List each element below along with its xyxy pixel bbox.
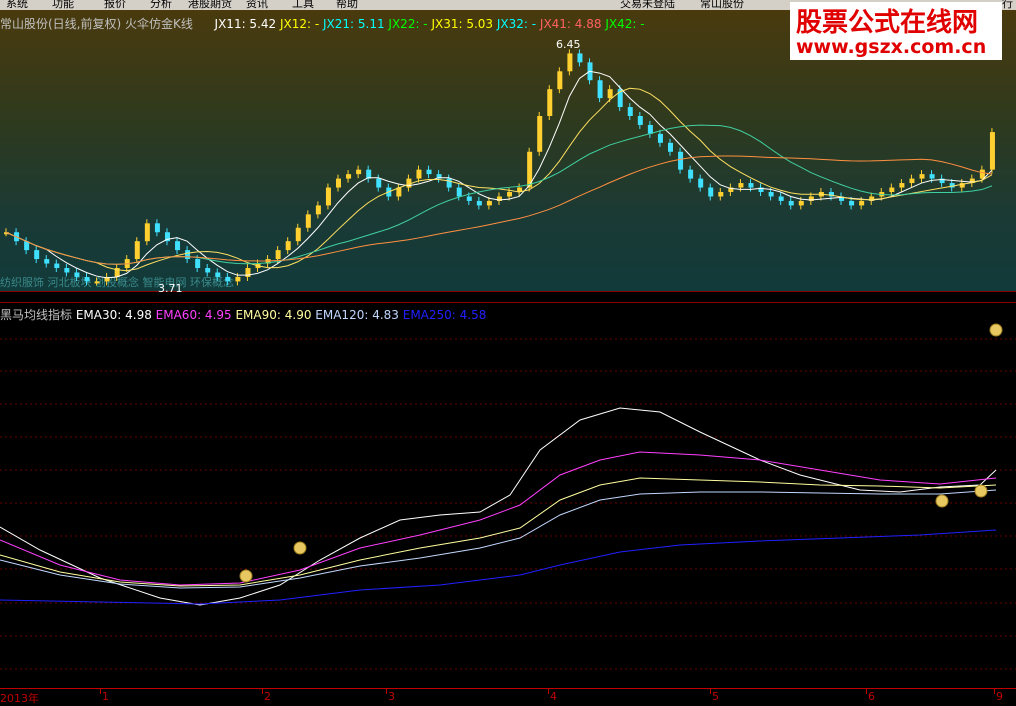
ema120-line	[0, 489, 997, 589]
candle-body	[929, 174, 935, 179]
candle-body	[466, 196, 472, 201]
candle-body	[718, 192, 724, 197]
candle-body	[688, 169, 694, 179]
candle-body	[657, 133, 663, 143]
candle-body	[275, 250, 281, 260]
candle-body	[456, 187, 462, 197]
candle-body	[668, 142, 673, 152]
candle-body	[315, 205, 321, 215]
candle-body	[859, 200, 865, 206]
money-bag-icon	[239, 569, 253, 583]
candle-body	[134, 241, 140, 260]
candle-body	[476, 200, 482, 206]
candle-body	[748, 183, 754, 188]
candle-body	[899, 183, 905, 188]
candle-body	[215, 272, 221, 277]
candle-body	[54, 263, 60, 269]
candle-body	[547, 89, 553, 117]
kline-ma-10	[5, 87, 993, 272]
candle-body	[597, 80, 603, 99]
low-price-label: 3.71	[158, 282, 183, 295]
money-bag-icon	[989, 323, 1003, 337]
candle-body	[708, 187, 714, 197]
site-watermark: 股票公式在线网 www.gszx.com.cn	[790, 2, 1002, 60]
candle-body	[74, 272, 80, 277]
candle-body	[154, 223, 160, 233]
chart-drawing-layer: 6.45 3.71	[0, 38, 1016, 670]
candle-body	[285, 241, 291, 251]
candle-body	[788, 200, 794, 206]
candle-body	[919, 174, 925, 179]
candle-body	[567, 53, 573, 72]
candle-body	[225, 276, 231, 282]
candle-body	[336, 178, 341, 188]
candle-body	[979, 169, 985, 179]
candle-body	[34, 250, 40, 260]
candle-body	[446, 178, 452, 188]
candle-body	[195, 259, 201, 269]
candle-body	[94, 281, 100, 284]
candle-body	[426, 169, 432, 175]
candle-body	[537, 116, 543, 152]
candle-body	[205, 268, 211, 273]
candle-body	[44, 259, 50, 264]
ema30-line	[0, 407, 997, 606]
candle-body	[64, 268, 70, 273]
candle-body	[144, 223, 150, 242]
candle-body	[849, 200, 855, 206]
candle-body	[486, 200, 492, 206]
candle-body	[738, 183, 744, 188]
candle-body	[185, 250, 191, 260]
candle-body	[406, 178, 412, 188]
candle-body	[627, 107, 633, 117]
candle-body	[768, 192, 774, 197]
candle-body	[235, 276, 241, 282]
candle-body	[356, 169, 362, 175]
candle-body	[909, 178, 915, 184]
watermark-line1: 股票公式在线网	[796, 8, 979, 38]
candle-body	[637, 116, 643, 125]
money-bag-icon	[293, 541, 307, 555]
candle-body	[678, 151, 684, 170]
money-bag-icon	[974, 484, 988, 498]
candle-body	[305, 214, 311, 228]
candle-body	[647, 124, 653, 134]
watermark-line2: www.gszx.com.cn	[796, 36, 987, 58]
money-bag-icon	[935, 494, 949, 508]
candle-body	[376, 178, 382, 188]
ema90-line	[0, 477, 997, 587]
candle-body	[798, 200, 804, 206]
candle-body	[295, 227, 301, 242]
candle-body	[416, 169, 422, 179]
kline-ma-5	[5, 70, 993, 279]
candle-body	[557, 71, 563, 90]
candle-body	[507, 192, 513, 197]
candle-body	[607, 89, 613, 99]
candle-body	[577, 53, 583, 63]
ema60-line	[0, 451, 997, 586]
candle-body	[778, 196, 784, 201]
ema250-line	[0, 529, 997, 605]
candle-body	[325, 187, 331, 206]
high-price-label: 6.45	[556, 38, 581, 51]
candle-body	[989, 132, 995, 170]
candle-body	[889, 187, 895, 193]
candle-body	[175, 241, 181, 251]
candle-body	[84, 276, 90, 282]
candle-body	[698, 178, 704, 188]
candle-body	[346, 174, 352, 179]
